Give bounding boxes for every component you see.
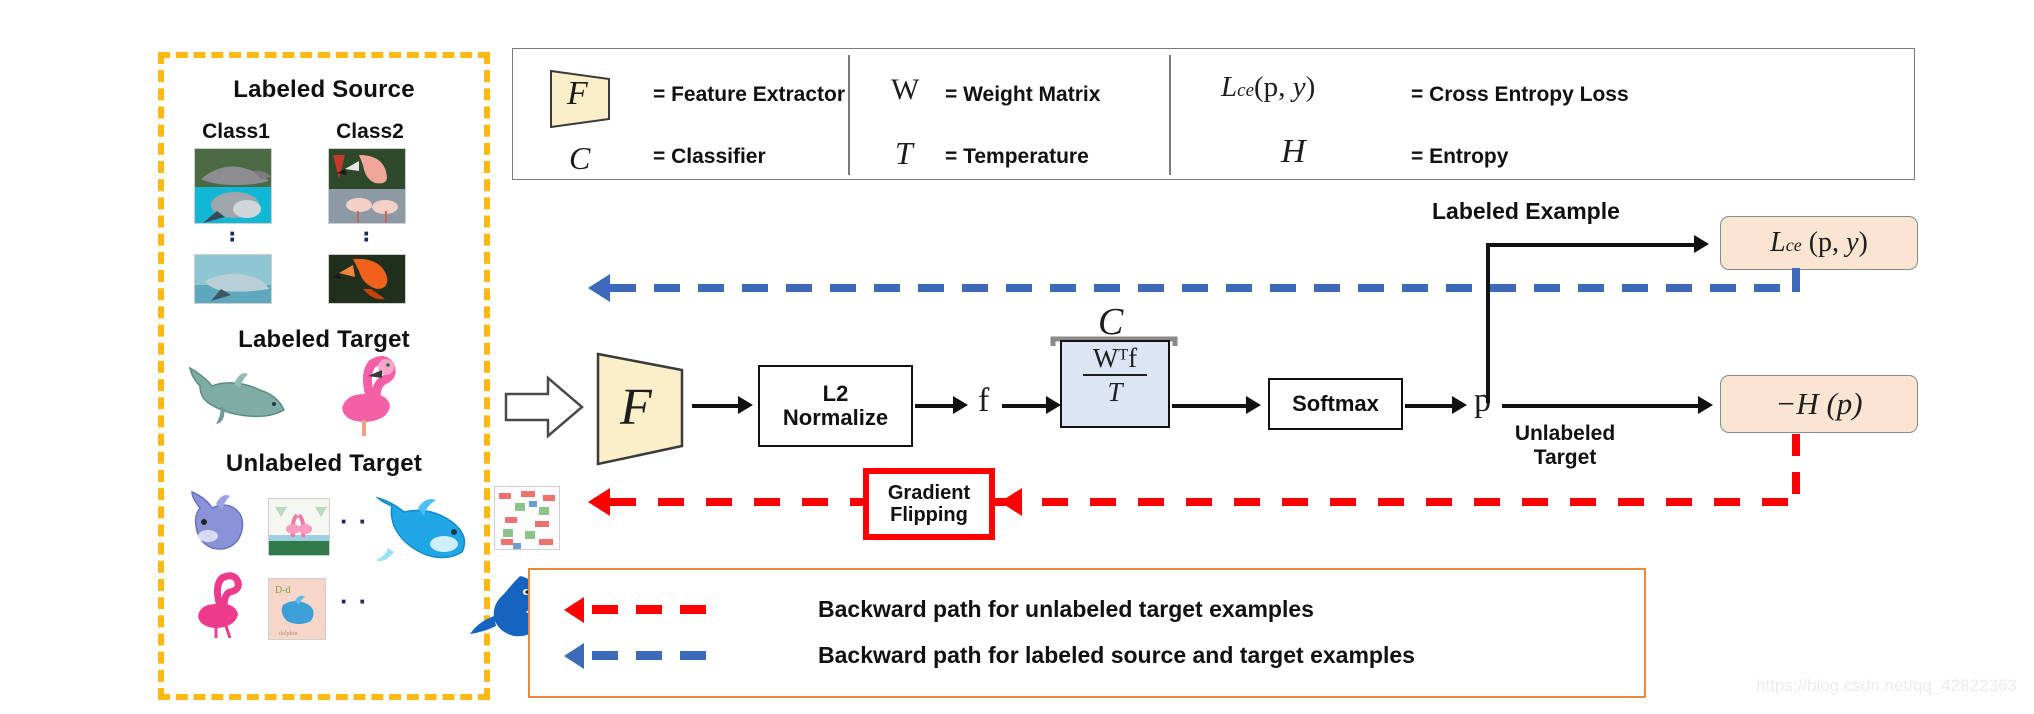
legend-symbol-C: C	[569, 140, 591, 176]
legend-text-weight-matrix: = Weight Matrix	[945, 83, 1101, 106]
legend-symbol-lce: Lce(p, y)	[1221, 71, 1316, 103]
legend-divider-2	[1169, 55, 1171, 175]
entropy-loss-label: −H (p)	[1775, 386, 1863, 421]
unlabeled-target-dolphin-cartoon	[191, 490, 244, 550]
unlabeled-target-title: Unlabeled Target	[225, 450, 423, 477]
arrow-f-to-l2-head	[738, 396, 753, 414]
cross-entropy-loss-label: Lce (p, y)	[1770, 227, 1868, 258]
feature-extractor-symbol: F	[620, 379, 652, 436]
unlabeled-target-dolphin-blue	[375, 496, 466, 561]
blue-backward-path-riser	[1792, 268, 1800, 292]
unlabeled-target-flamingo-painting	[268, 498, 330, 556]
unlabeled-dots-row1: ··	[340, 506, 378, 536]
entropy-loss-box: −H (p)	[1720, 375, 1918, 433]
labeled-target-flamingo	[342, 356, 396, 436]
labeled-source-title: Labeled Source	[233, 76, 415, 103]
arrow-p-to-entropy-line	[1502, 404, 1702, 408]
legend-row-unlabeled: Backward path for unlabeled target examp…	[564, 596, 1314, 623]
gradient-flipping-line2: Flipping	[890, 504, 968, 526]
arrow-f-to-l2-line	[692, 404, 740, 408]
feature-symbol-f: f	[978, 382, 990, 419]
class2-vertical-dots: · ·	[362, 218, 372, 254]
input-arrow-icon	[504, 375, 584, 439]
cross-entropy-loss-box: Lce (p, y)	[1720, 216, 1918, 270]
path-legend-panel: Backward path for unlabeled target examp…	[528, 568, 1646, 698]
labeled-target-dolphin	[188, 366, 285, 424]
labeled-example-caption: Labeled Example	[1432, 198, 1620, 224]
classifier-numerator: Wᵀf	[1092, 343, 1138, 373]
legend-divider-1	[848, 55, 850, 175]
legend-dash-blue-icon	[592, 651, 712, 660]
unlabeled-target-caption-line2: Target	[1533, 446, 1597, 470]
l2-normalize-box: L2 Normalize	[758, 365, 913, 447]
arrow-f-to-classifier-line	[1002, 404, 1050, 408]
class1-title: Class1	[202, 120, 270, 143]
classifier-fraction-bar	[1083, 374, 1147, 377]
classifier-formula: Wᵀf T	[1060, 344, 1170, 407]
legend-text-labeled-path: Backward path for labeled source and tar…	[818, 642, 1415, 668]
legend-arrow-blue-icon	[564, 642, 584, 669]
legend-text-unlabeled-path: Backward path for unlabeled target examp…	[818, 596, 1314, 622]
legend-text-classifier: = Classifier	[653, 145, 766, 168]
classifier-denominator: T	[1107, 377, 1123, 408]
unlabeled-target-flamingo-sketch	[198, 572, 242, 638]
arrow-p-to-entropy-head	[1698, 396, 1713, 414]
svg-text:D-d: D-d	[275, 585, 291, 596]
source-class1-image-top	[194, 148, 272, 224]
gradient-flipping-box: Gradient Flipping	[863, 468, 995, 540]
legend-text-feature-extractor: = Feature Extractor	[653, 83, 845, 106]
legend-symbol-F: F	[567, 75, 588, 112]
legend-arrow-red-icon	[564, 596, 584, 623]
l2-label-line2: Normalize	[782, 405, 889, 430]
unlabeled-dots-row2: ··	[340, 586, 378, 616]
legend-text-entropy: = Entropy	[1411, 145, 1509, 168]
gradient-flipping-line1: Gradient	[887, 481, 971, 504]
legend-symbol-H: H	[1281, 133, 1306, 170]
branch-p-arrow-head	[1694, 235, 1709, 253]
gradient-flipping-arrow	[1000, 488, 1022, 516]
arrow-softmax-to-p-line	[1405, 404, 1455, 408]
blue-backward-path-arrow	[588, 274, 610, 302]
unlabeled-target-dolphin-drawing: D-d dolphin	[268, 578, 326, 640]
legend-row-labeled: Backward path for labeled source and tar…	[564, 642, 1415, 669]
branch-p-vertical-line	[1486, 243, 1490, 403]
svg-text:dolphin: dolphin	[279, 631, 297, 637]
arrow-l2-to-f-line	[915, 404, 955, 408]
softmax-box: Softmax	[1268, 378, 1403, 430]
legend-dash-red-icon	[592, 605, 712, 614]
unlabeled-target-caption-line1: Unlabeled	[1514, 422, 1616, 445]
arrow-l2-to-f-head	[953, 396, 968, 414]
class2-title: Class2	[336, 120, 404, 143]
watermark-text: https://blog.csdn.net/qq_42822363	[1756, 676, 2017, 695]
arrow-f-to-classifier-head	[1046, 396, 1061, 414]
source-class2-image-bottom	[328, 254, 406, 304]
legend-symbol-T: T	[895, 135, 913, 171]
blue-backward-path-line	[610, 284, 1800, 292]
left-data-panel: Labeled Source Class1 Class2 · · · · Lab…	[158, 52, 560, 700]
symbol-legend-panel: F = Feature Extractor C = Classifier W =…	[512, 48, 1915, 180]
arrow-classifier-to-softmax-line	[1172, 404, 1248, 408]
red-backward-path-line	[610, 498, 1800, 506]
unlabeled-target-flamingo-pattern	[494, 486, 560, 550]
branch-p-horizontal-line	[1486, 243, 1698, 247]
legend-text-temperature: = Temperature	[945, 145, 1089, 168]
l2-label-line1: L2	[822, 381, 849, 407]
arrow-softmax-to-p-head	[1452, 396, 1467, 414]
arrow-classifier-to-softmax-head	[1246, 396, 1261, 414]
unlabeled-target-caption: Unlabeled Target	[1480, 422, 1650, 470]
source-class2-image-top	[328, 148, 406, 224]
red-backward-path-riser	[1792, 434, 1800, 500]
class1-vertical-dots: · ·	[228, 218, 238, 254]
source-class1-image-bottom	[194, 254, 272, 304]
red-backward-path-arrow	[588, 488, 610, 516]
legend-symbol-W: W	[891, 73, 920, 106]
legend-text-cross-entropy-loss: = Cross Entropy Loss	[1411, 83, 1629, 106]
